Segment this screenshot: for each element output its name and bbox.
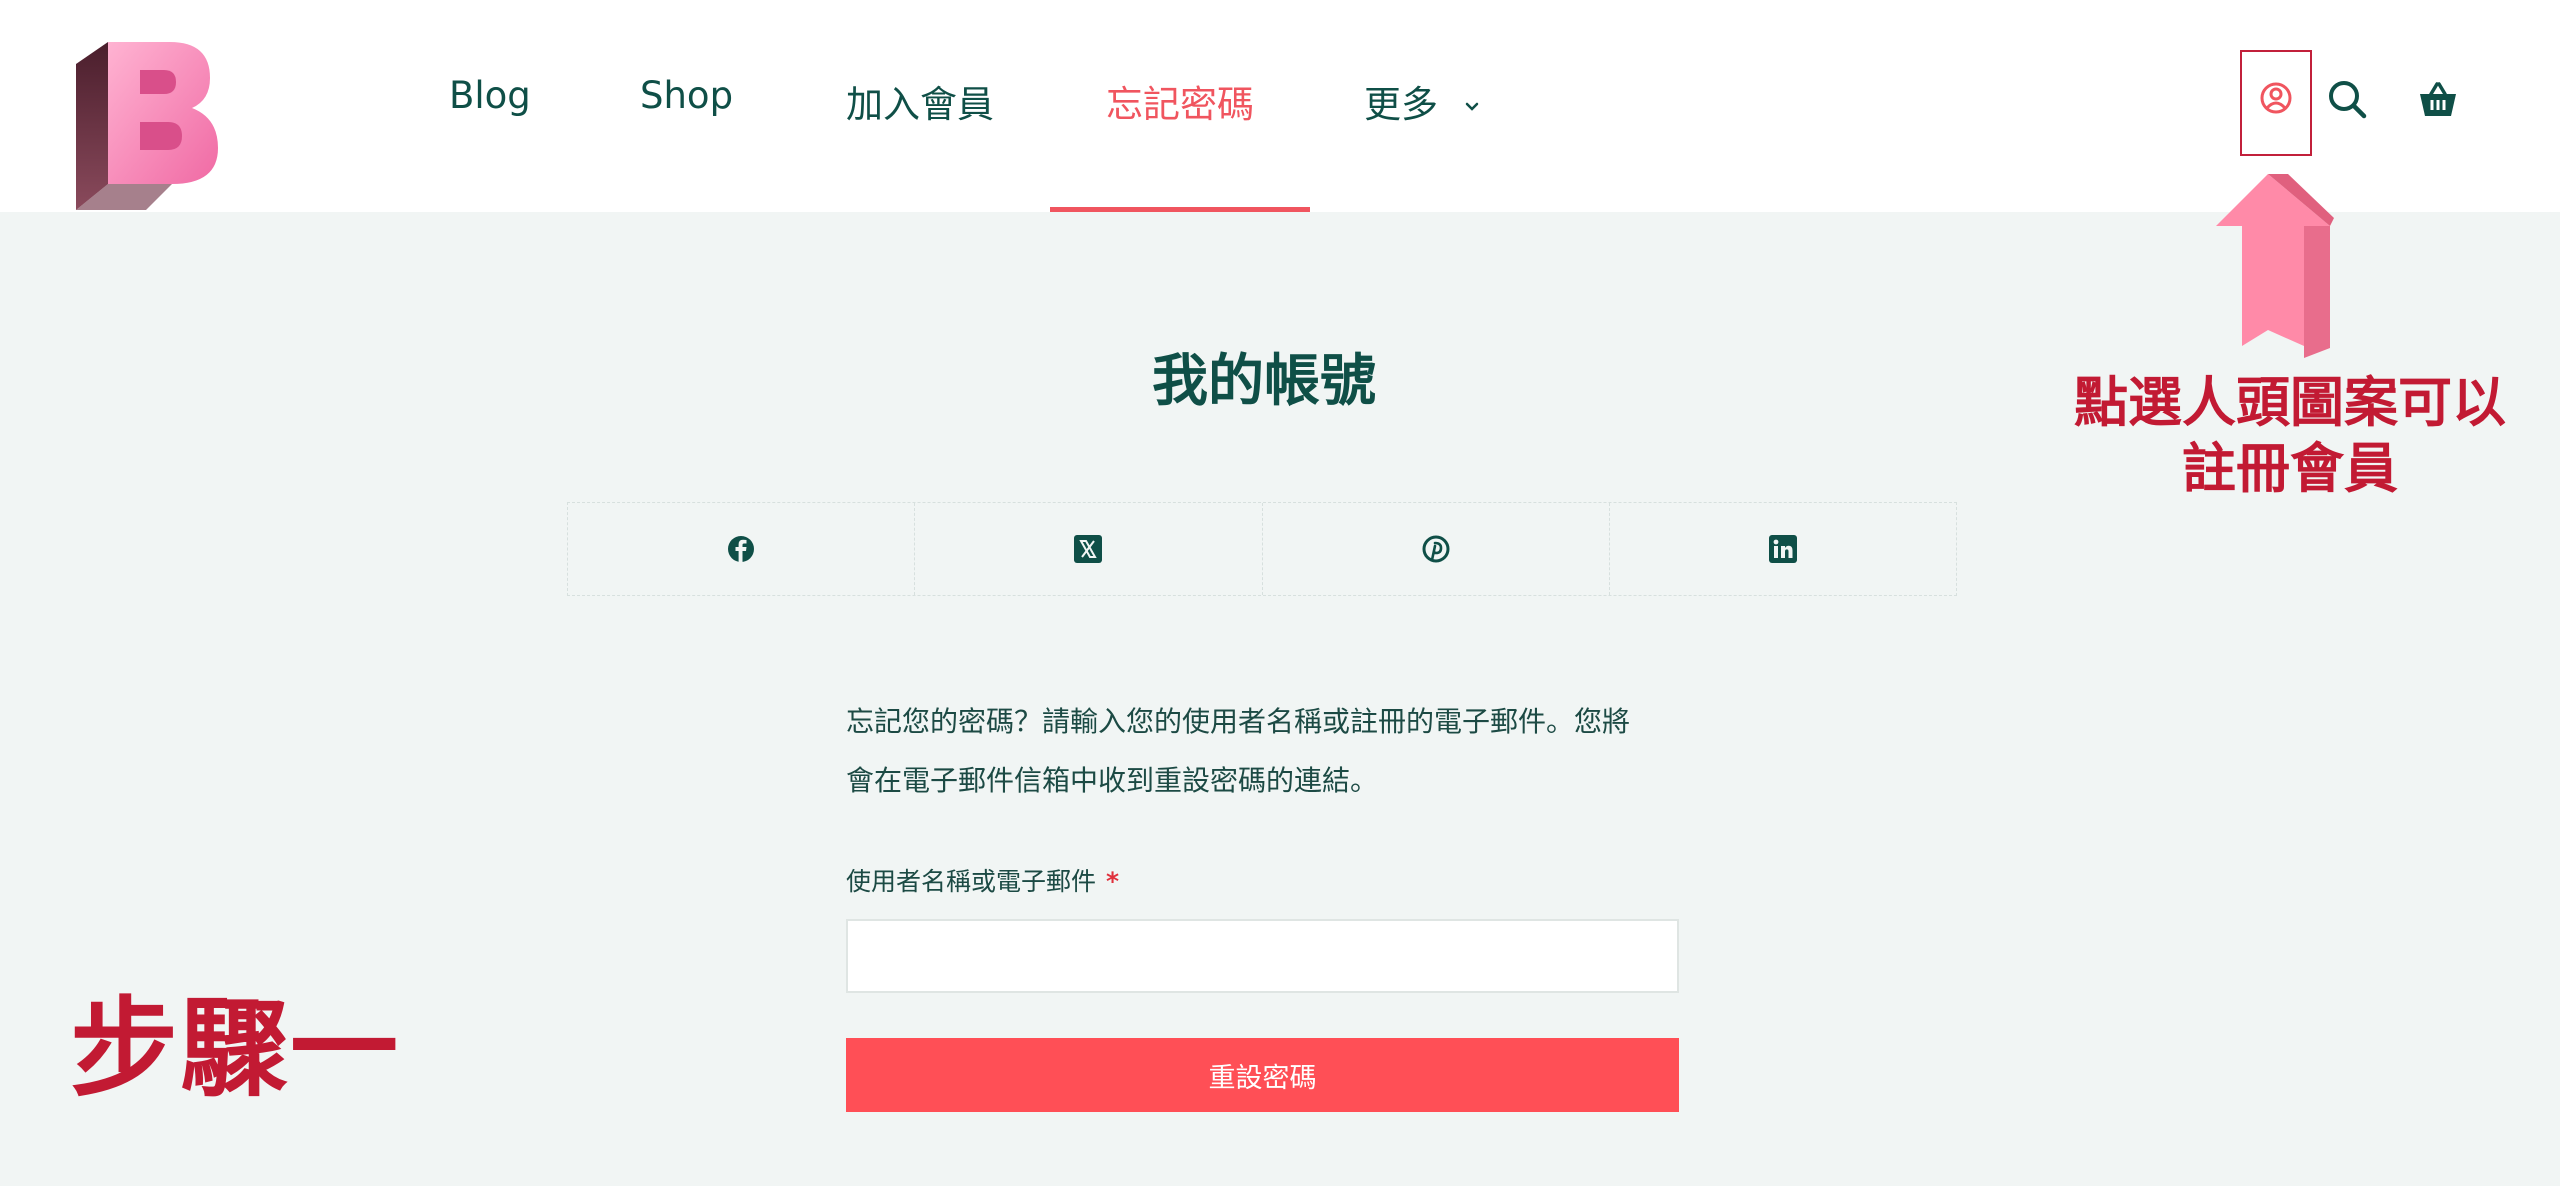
share-x[interactable] xyxy=(915,503,1263,595)
reset-password-button[interactable]: 重設密碼 xyxy=(846,1038,1679,1112)
forgot-password-description: 忘記您的密碼？請輸入您的使用者名稱或註冊的電子郵件。您將 會在電子郵件信箱中收到… xyxy=(846,692,1696,810)
cart-icon[interactable] xyxy=(2418,80,2458,118)
share-facebook[interactable] xyxy=(568,503,916,595)
linkedin-icon xyxy=(1768,535,1797,563)
annotation-text: 點選人頭圖案可以 註冊會員 xyxy=(2050,370,2530,502)
field-label-text: 使用者名稱或電子郵件 xyxy=(846,867,1097,896)
nav-item-label: 忘記密碼 xyxy=(1106,83,1254,126)
username-email-label: 使用者名稱或電子郵件 * xyxy=(846,862,1119,898)
share-linkedin[interactable] xyxy=(1610,503,1956,595)
nav-item-forgot-password[interactable]: 忘記密碼 xyxy=(1106,74,1254,128)
nav-item-blog[interactable]: Blog xyxy=(449,74,531,117)
share-pinterest[interactable] xyxy=(1263,503,1610,595)
facebook-icon xyxy=(728,536,755,562)
nav-item-label: Blog xyxy=(449,74,531,117)
nav-item-join-member[interactable]: 加入會員 xyxy=(846,74,994,128)
annotation-line: 點選人頭圖案可以 xyxy=(2074,371,2506,434)
step-label: 步驟一 xyxy=(70,987,401,1112)
arrow-up-icon xyxy=(2216,174,2334,358)
description-line: 會在電子郵件信箱中收到重設密碼的連結。 xyxy=(846,764,1379,797)
annotation-line: 註冊會員 xyxy=(2182,437,2398,500)
main-nav: Blog Shop 加入會員 忘記密碼 更多 xyxy=(0,0,1600,212)
required-mark: * xyxy=(1106,867,1120,896)
nav-item-label: 更多 xyxy=(1364,83,1438,126)
account-icon[interactable] xyxy=(2259,81,2293,115)
share-bar xyxy=(567,502,1957,596)
site-header: Blog Shop 加入會員 忘記密碼 更多 xyxy=(0,0,2560,212)
username-email-input[interactable] xyxy=(846,919,1679,993)
nav-item-label: Shop xyxy=(640,74,734,117)
description-line: 忘記您的密碼？請輸入您的使用者名稱或註冊的電子郵件。您將 xyxy=(846,705,1631,738)
x-icon xyxy=(1074,535,1103,563)
nav-item-label: 加入會員 xyxy=(846,83,994,126)
nav-item-more[interactable]: 更多 xyxy=(1364,74,1480,128)
page: Blog Shop 加入會員 忘記密碼 更多 我的帳號 忘記您的密碼？請輸入您的… xyxy=(0,0,2560,1192)
nav-item-shop[interactable]: Shop xyxy=(640,74,733,117)
search-icon[interactable] xyxy=(2326,78,2368,120)
pinterest-icon xyxy=(1422,535,1450,563)
chevron-down-icon xyxy=(1465,102,1479,111)
